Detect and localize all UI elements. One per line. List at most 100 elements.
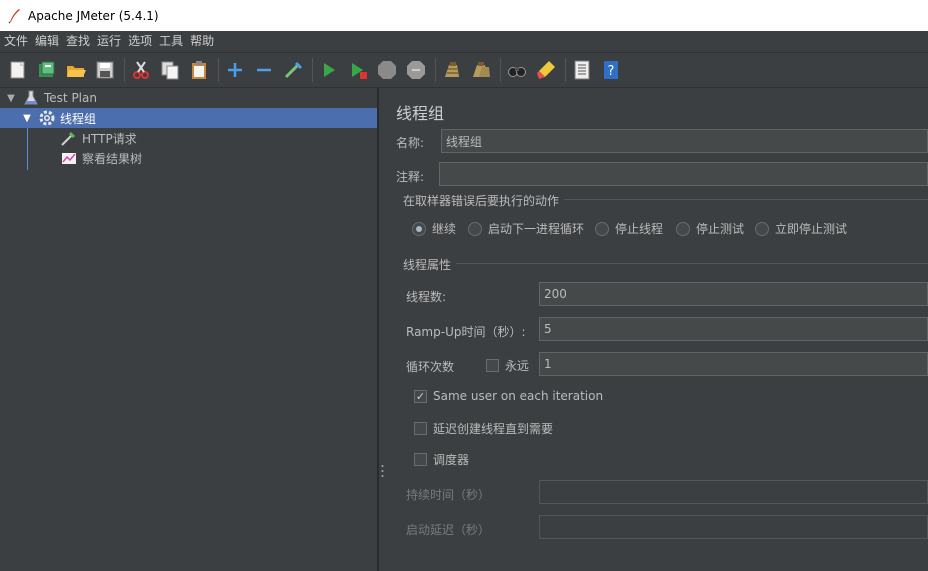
tree-item-label: Test Plan — [44, 91, 97, 105]
checkbox-label: Same user on each iteration — [433, 389, 604, 403]
rampup-field[interactable]: 5 — [539, 317, 928, 341]
threads-label: 线程数: — [406, 290, 447, 304]
collapse-icon — [257, 68, 271, 72]
window-title: Apache JMeter (5.4.1) — [28, 8, 159, 23]
checkbox-label: 永远 — [505, 359, 530, 373]
menu-search[interactable]: 查找 — [66, 31, 90, 52]
menu-tools[interactable]: 工具 — [159, 31, 183, 52]
threads-field[interactable]: 200 — [539, 282, 928, 306]
chevron-down-icon[interactable]: ▼ — [20, 111, 34, 125]
duration-field[interactable] — [539, 480, 928, 504]
action-stop-thread-radio[interactable]: 停止线程 — [595, 220, 663, 237]
cut-button[interactable] — [129, 58, 153, 82]
gear-icon — [39, 110, 55, 126]
action-stop-test-now-radio[interactable]: 立即停止测试 — [755, 220, 847, 237]
search-icon — [508, 67, 526, 77]
cut-icon — [133, 61, 149, 79]
toolbar-separator — [312, 58, 313, 82]
start-no-pause-button[interactable] — [346, 58, 370, 82]
menu-edit[interactable]: 编辑 — [35, 31, 59, 52]
start-button[interactable] — [317, 58, 341, 82]
menu-file[interactable]: 文件 — [4, 31, 28, 52]
checkbox-unchecked-icon — [414, 453, 427, 466]
name-field[interactable]: 线程组 — [441, 129, 928, 153]
panel-splitter[interactable] — [378, 88, 386, 571]
tree-item-test-plan[interactable]: ▼ Test Plan — [0, 88, 378, 108]
reset-search-button[interactable] — [534, 58, 558, 82]
function-helper-button[interactable] — [570, 58, 594, 82]
radio-unselected-icon — [595, 221, 609, 236]
tree-item-thread-group[interactable]: ▼ 线程组 — [0, 108, 377, 128]
radio-label: 立即停止测试 — [775, 222, 848, 236]
radio-label: 启动下一进程循环 — [488, 222, 585, 236]
radio-unselected-icon — [468, 221, 482, 236]
toggle-button[interactable] — [281, 58, 305, 82]
help-button[interactable]: ? — [599, 58, 623, 82]
same-user-checkbox[interactable]: ✓ Same user on each iteration — [414, 389, 603, 403]
clear-button[interactable] — [440, 58, 464, 82]
loop-forever-checkbox[interactable]: 永远 — [486, 357, 529, 374]
clear-all-button[interactable] — [469, 58, 493, 82]
sampler-error-action-title: 在取样器错误后要执行的动作 — [403, 194, 560, 208]
paste-button[interactable] — [187, 58, 211, 82]
shutdown-button[interactable] — [404, 58, 428, 82]
radio-label: 停止线程 — [615, 222, 664, 236]
help-icon: ? — [604, 61, 618, 79]
toolbar-separator — [500, 58, 501, 82]
scheduler-checkbox[interactable]: 调度器 — [414, 451, 469, 468]
menu-help[interactable]: 帮助 — [190, 31, 214, 52]
loop-count-label: 循环次数 — [406, 360, 455, 374]
save-icon — [96, 61, 114, 79]
radio-label: 继续 — [432, 222, 457, 236]
start-no-pause-icon — [352, 63, 367, 79]
menu-run[interactable]: 运行 — [97, 31, 121, 52]
checkbox-checked-icon: ✓ — [414, 389, 427, 403]
tree-item-label: HTTP请求 — [82, 131, 137, 146]
thread-properties-title: 线程属性 — [403, 258, 452, 272]
expand-all-button[interactable] — [223, 58, 247, 82]
radio-unselected-icon — [755, 221, 769, 236]
toolbar-separator — [124, 58, 125, 82]
action-stop-test-radio[interactable]: 停止测试 — [676, 220, 744, 237]
test-plan-icon — [24, 90, 38, 105]
startup-delay-field[interactable] — [539, 515, 928, 539]
jmeter-feather-icon — [8, 8, 20, 23]
action-start-next-loop-radio[interactable]: 启动下一进程循环 — [468, 220, 584, 237]
toolbar: ? — [0, 52, 928, 88]
toolbar-separator — [218, 58, 219, 82]
loop-count-field[interactable]: 1 — [539, 352, 928, 376]
new-icon — [10, 61, 25, 79]
new-button[interactable] — [6, 58, 30, 82]
startup-delay-label: 启动延迟（秒） — [406, 523, 491, 537]
menu-options[interactable]: 选项 — [128, 31, 152, 52]
open-button[interactable] — [64, 58, 88, 82]
search-button[interactable] — [505, 58, 529, 82]
templates-button[interactable] — [35, 58, 59, 82]
thread-group-editor: 线程组 名称: 线程组 注释: 在取样器错误后要执行的动作 继续 启动下一进程循… — [386, 88, 928, 571]
paste-icon — [192, 61, 206, 79]
start-icon — [324, 63, 335, 77]
save-button[interactable] — [93, 58, 117, 82]
delay-thread-creation-checkbox[interactable]: 延迟创建线程直到需要 — [414, 420, 553, 437]
svg-text:?: ? — [608, 64, 615, 79]
checkbox-label: 延迟创建线程直到需要 — [433, 422, 554, 436]
duration-label: 持续时间（秒） — [406, 488, 491, 502]
templates-icon — [39, 61, 55, 77]
checkbox-unchecked-icon — [486, 359, 499, 372]
collapse-all-button[interactable] — [252, 58, 276, 82]
group-divider — [564, 199, 928, 200]
clear-icon — [445, 62, 459, 77]
page-title: 线程组 — [396, 104, 445, 123]
rampup-label: Ramp-Up时间（秒）: — [406, 325, 526, 339]
stop-button[interactable] — [375, 58, 399, 82]
stop-icon — [378, 61, 396, 79]
title-bar: Apache JMeter (5.4.1) — [0, 0, 928, 31]
copy-button[interactable] — [158, 58, 182, 82]
checkbox-unchecked-icon — [414, 422, 427, 435]
chevron-down-icon[interactable]: ▼ — [4, 91, 18, 105]
tree-item-view-results-tree[interactable]: 察看结果树 — [0, 148, 378, 168]
tree-item-http-request[interactable]: HTTP请求 — [0, 128, 378, 148]
action-continue-radio[interactable]: 继续 — [412, 220, 456, 237]
group-divider — [456, 263, 928, 264]
comment-field[interactable] — [439, 162, 928, 186]
